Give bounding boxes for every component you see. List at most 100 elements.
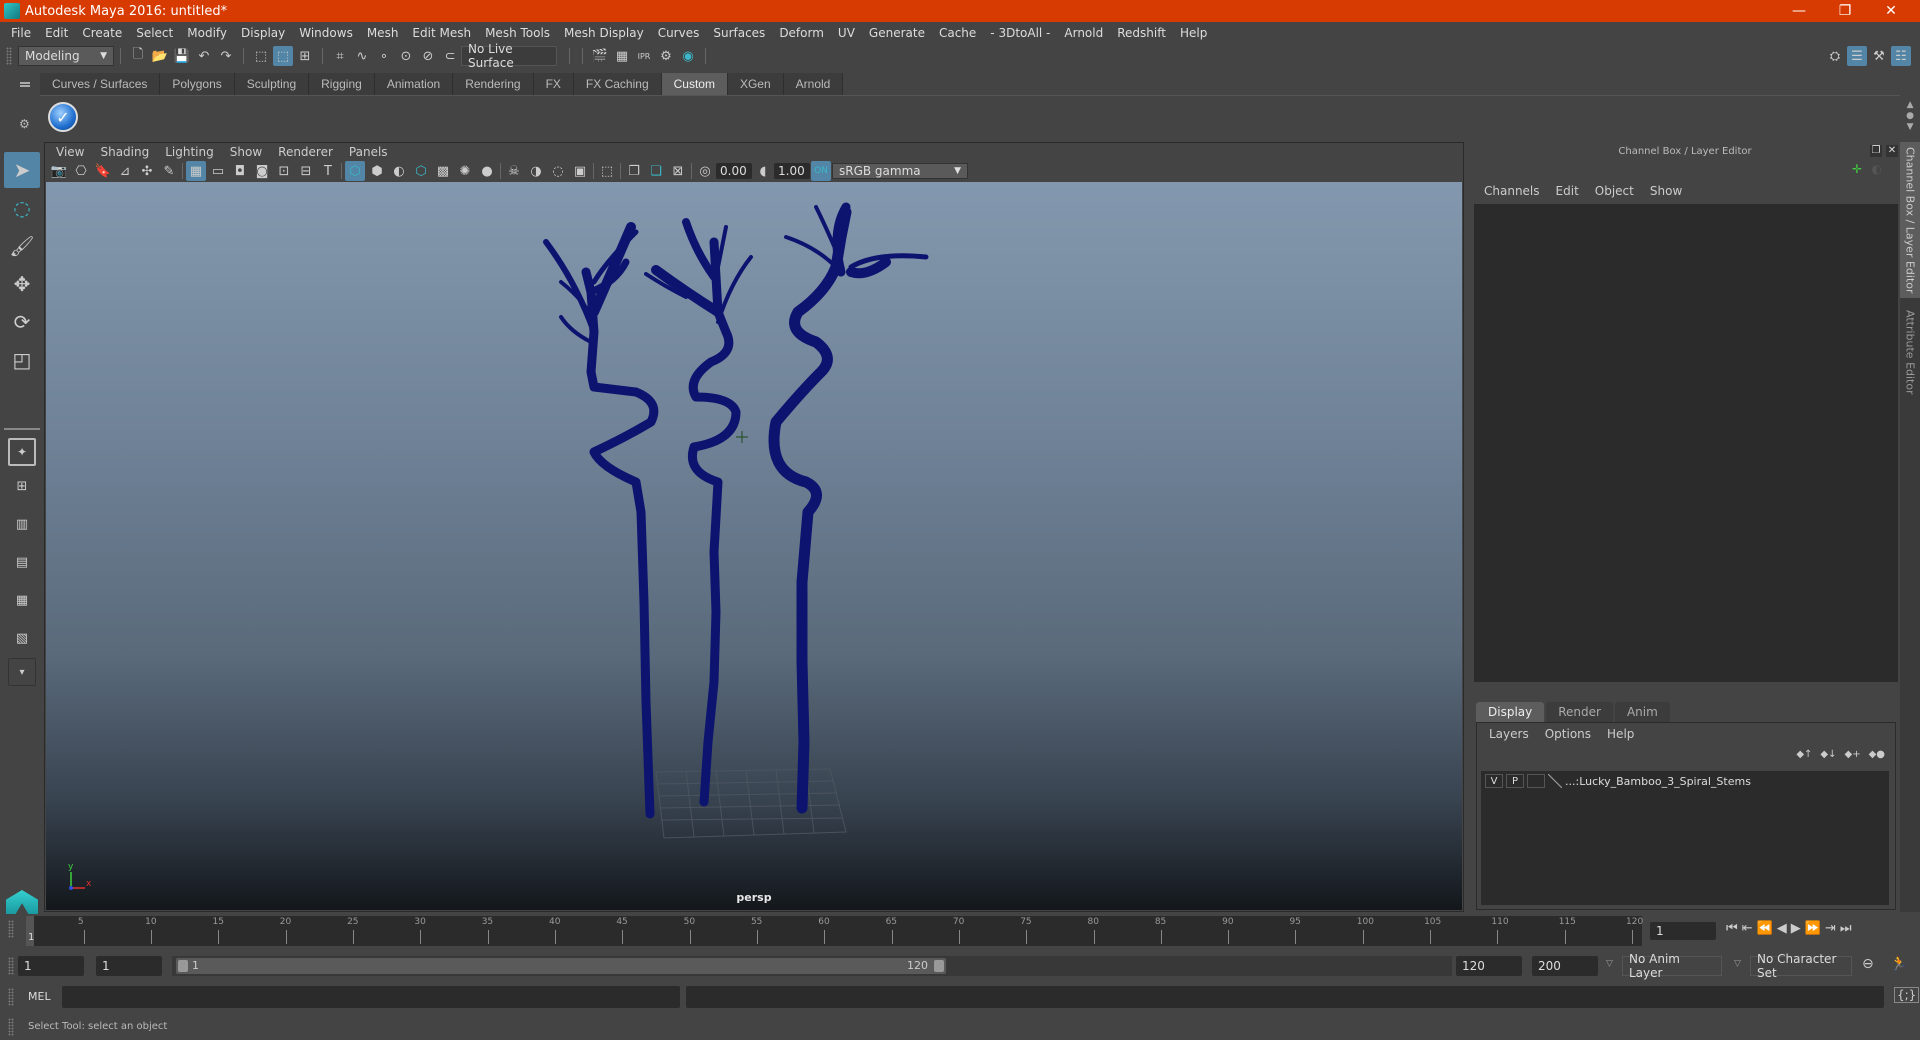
new-scene-icon[interactable]: 🗋 <box>128 46 148 66</box>
camera-select-icon[interactable]: 📷 <box>49 161 69 181</box>
modeling-toolkit-icon[interactable]: ⛭ <box>1825 46 1845 66</box>
go-to-start-icon[interactable]: ⏮ <box>1726 921 1738 936</box>
wireframe-icon[interactable]: ⬡ <box>345 161 365 181</box>
close-button[interactable]: ✕ <box>1868 0 1914 22</box>
auto-key-icon[interactable]: ⊖ <box>1862 956 1874 972</box>
outliner-persp-layout-icon[interactable]: ▥ <box>4 506 40 542</box>
snap-curve-icon[interactable]: ∿ <box>352 46 372 66</box>
tab-channel-box-layer-editor[interactable]: Channel Box / Layer Editor <box>1900 142 1920 298</box>
range-grip[interactable] <box>8 957 14 975</box>
default-material-icon[interactable]: ◐ <box>389 161 409 181</box>
node-editor-layout-icon[interactable]: ▧ <box>4 620 40 656</box>
render-current-icon[interactable]: ▦ <box>612 46 632 66</box>
custom-shelf-checkmark-icon[interactable]: ✓ <box>48 102 78 132</box>
move-layer-down-icon[interactable]: ◆↓ <box>1820 749 1836 760</box>
xray-joints-icon[interactable]: ⊠ <box>668 161 688 181</box>
select-tool-icon[interactable]: ➤ <box>4 152 40 188</box>
graph-persp-layout-icon[interactable]: ▤ <box>4 544 40 580</box>
menu-arnold[interactable]: Arnold <box>1057 26 1110 40</box>
image-plane-icon[interactable]: ⊿ <box>115 161 135 181</box>
color-management-toggle-icon[interactable]: ON <box>811 161 831 181</box>
range-end-handle[interactable] <box>934 960 944 972</box>
open-scene-icon[interactable]: 📂 <box>150 46 170 66</box>
layer-name[interactable]: ...:Lucky_Bamboo_3_Spiral_Stems <box>1565 775 1751 788</box>
channel-menu-channels[interactable]: Channels <box>1476 184 1548 198</box>
time-slider[interactable]: 1 5 10 15 20 25 30 35 40 45 50 55 60 65 70 75 80 85 90 95 1… <box>26 916 1643 946</box>
smooth-shade-icon[interactable]: ⬢ <box>367 161 387 181</box>
panel-title-bar[interactable]: Channel Box / Layer Editor <box>1470 142 1900 160</box>
layer-menu-options[interactable]: Options <box>1537 727 1599 741</box>
snap-point-icon[interactable]: ∘ <box>374 46 394 66</box>
menu-deform[interactable]: Deform <box>772 26 831 40</box>
layer-display-type-toggle[interactable] <box>1527 774 1545 788</box>
layer-menu-help[interactable]: Help <box>1599 727 1642 741</box>
end-time-field[interactable]: 200 <box>1532 956 1598 976</box>
safe-action-icon[interactable]: ⊟ <box>296 161 316 181</box>
menu-windows[interactable]: Windows <box>292 26 360 40</box>
channel-menu-edit[interactable]: Edit <box>1548 184 1587 198</box>
bookmark-icon[interactable]: 🔖 <box>93 161 113 181</box>
channel-toggle-icon[interactable]: ◐ <box>1872 162 1882 176</box>
viewport-menu-view[interactable]: View <box>48 145 92 159</box>
minimize-button[interactable]: — <box>1776 0 1822 22</box>
xray-active-icon[interactable]: ❏ <box>646 161 666 181</box>
script-language-label[interactable]: MEL <box>28 990 51 1003</box>
rotate-tool-icon[interactable]: ⟳ <box>4 304 40 340</box>
move-tool-icon[interactable]: ✥ <box>4 266 40 302</box>
restore-button[interactable]: ❐ <box>1822 0 1868 22</box>
play-forwards-icon[interactable]: ▶ <box>1791 921 1801 936</box>
hypershade-icon[interactable]: ◉ <box>678 46 698 66</box>
menu-modify[interactable]: Modify <box>180 26 234 40</box>
more-layouts-icon[interactable]: ▾ <box>8 658 36 686</box>
float-panel-icon[interactable]: ❐ <box>1870 145 1882 157</box>
timeline-grip[interactable] <box>8 920 14 938</box>
menu-generate[interactable]: Generate <box>862 26 932 40</box>
play-backwards-icon[interactable]: ◀ <box>1777 921 1787 936</box>
menu-mesh-tools[interactable]: Mesh Tools <box>478 26 557 40</box>
shelf-scroll[interactable]: ▲ ● ▼ <box>1906 100 1914 133</box>
shelf-tab-animation[interactable]: Animation <box>374 73 454 95</box>
start-time-field[interactable]: 1 <box>18 956 84 976</box>
layer-tab-display[interactable]: Display <box>1476 702 1545 722</box>
resolution-gate-icon[interactable]: ◘ <box>230 161 250 181</box>
mode-selector[interactable]: Modeling ▼ <box>18 46 114 66</box>
lasso-tool-icon[interactable]: ◌ <box>4 190 40 226</box>
select-hierarchy-icon[interactable]: ⬚ <box>251 46 271 66</box>
anim-layer-selector[interactable]: No Anim Layer <box>1622 952 1722 980</box>
gamma-field[interactable]: 1.00 <box>774 163 810 179</box>
viewport-menu-panels[interactable]: Panels <box>341 145 396 159</box>
step-forward-frame-icon[interactable]: ⏩ <box>1805 921 1821 936</box>
move-layer-up-icon[interactable]: ◆↑ <box>1796 749 1812 760</box>
channel-menu-object[interactable]: Object <box>1587 184 1642 198</box>
anim-layer-dropdown-icon[interactable]: ▽ <box>1606 959 1613 969</box>
hypershade-persp-layout-icon[interactable]: ▦ <box>4 582 40 618</box>
help-grip[interactable] <box>8 1018 14 1036</box>
channel-box-toggle-icon[interactable]: ☷ <box>1891 46 1911 66</box>
menu-cache[interactable]: Cache <box>932 26 983 40</box>
four-view-layout-icon[interactable]: ⊞ <box>4 468 40 504</box>
command-input[interactable] <box>62 986 680 1008</box>
gate-mask-icon[interactable]: ◙ <box>252 161 272 181</box>
scale-tool-icon[interactable]: ◰ <box>4 342 40 378</box>
range-slider-handle[interactable]: 1 120 <box>176 958 946 974</box>
layer-menu-layers[interactable]: Layers <box>1481 727 1537 741</box>
shelf-tab-arnold[interactable]: Arnold <box>783 73 844 95</box>
exposure-icon[interactable]: ◎ <box>695 161 715 181</box>
use-all-lights-icon[interactable]: ✺ <box>455 161 475 181</box>
menu-curves[interactable]: Curves <box>651 26 707 40</box>
shelf-settings-icon[interactable]: ⚙ <box>19 117 30 131</box>
render-view-icon[interactable]: 🎬 <box>590 46 610 66</box>
animation-preferences-icon[interactable]: 🏃 <box>1890 956 1907 972</box>
2d-pan-zoom-icon[interactable]: ✣ <box>137 161 157 181</box>
snap-grid-icon[interactable]: ⌗ <box>330 46 350 66</box>
menu-file[interactable]: File <box>4 26 38 40</box>
shelf-tab-fx-caching[interactable]: FX Caching <box>573 73 662 95</box>
layer-row[interactable]: V P ...:Lucky_Bamboo_3_Spiral_Stems <box>1481 771 1889 791</box>
menu-redshift[interactable]: Redshift <box>1110 26 1173 40</box>
character-set-dropdown-icon[interactable]: ▽ <box>1734 959 1741 969</box>
viewport-menu-show[interactable]: Show <box>222 145 270 159</box>
shelf-menu-icon[interactable] <box>20 82 30 84</box>
select-object-icon[interactable]: ⬚ <box>273 46 293 66</box>
close-panel-icon[interactable]: ✕ <box>1886 145 1898 157</box>
menu-display[interactable]: Display <box>234 26 292 40</box>
